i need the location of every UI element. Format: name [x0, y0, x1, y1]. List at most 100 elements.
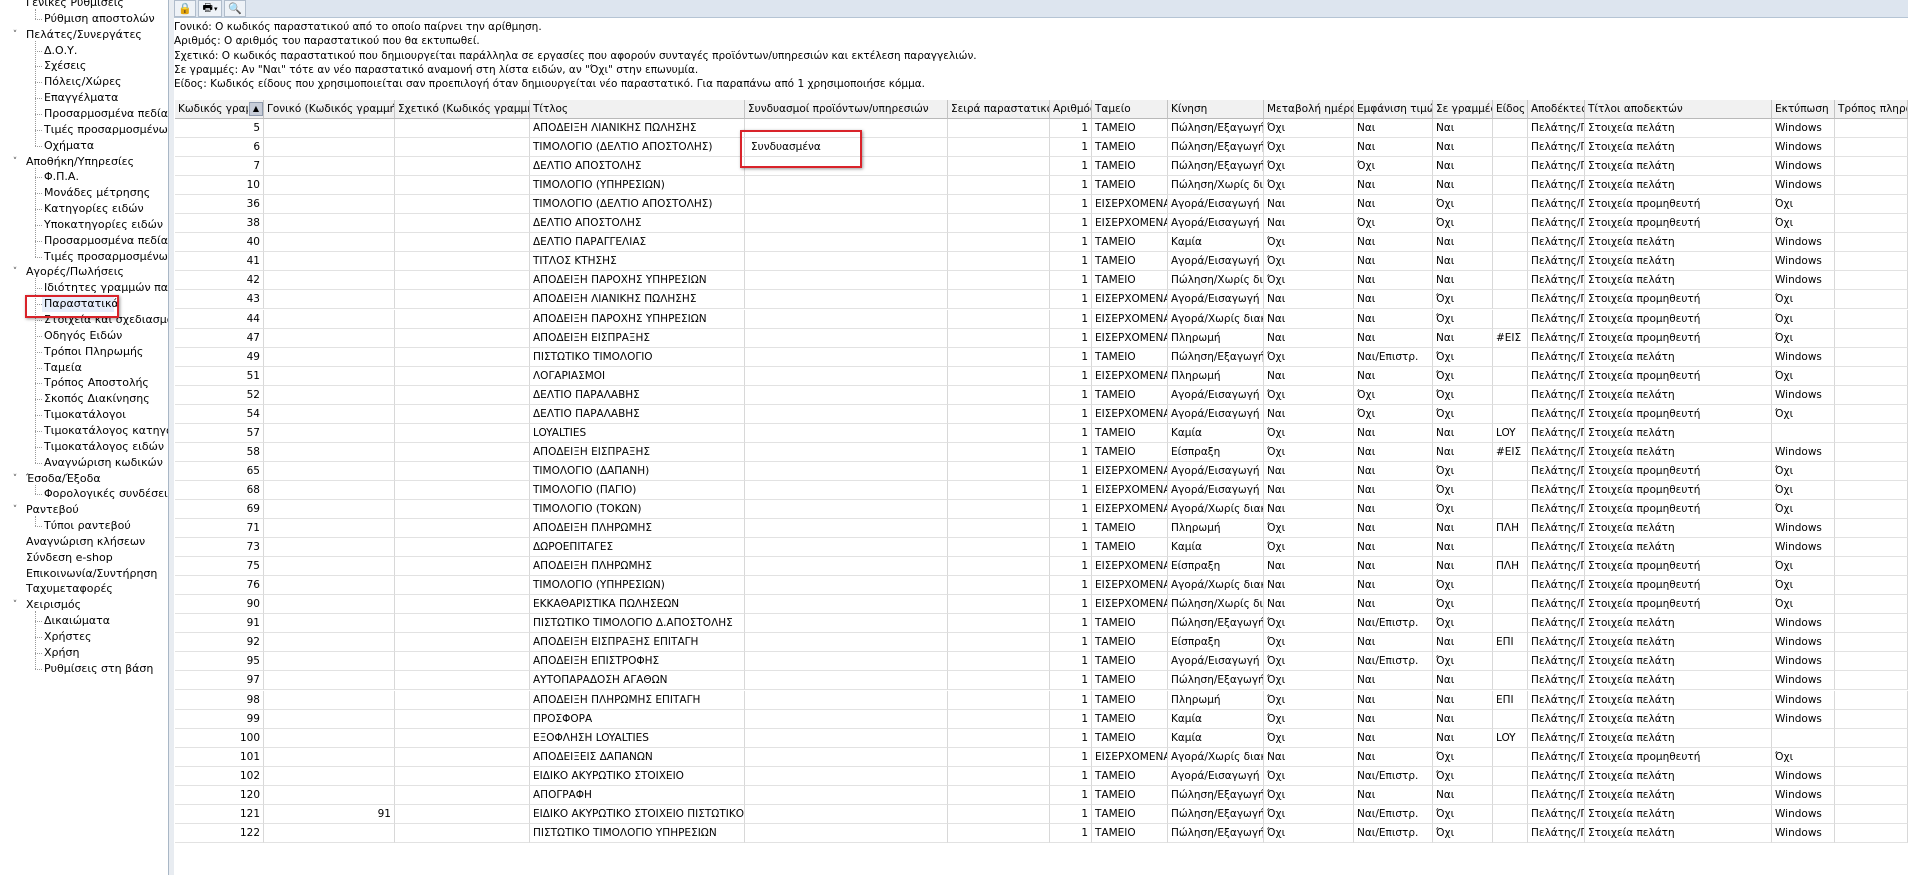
table-cell[interactable]: 73 — [175, 538, 264, 558]
table-cell[interactable]: Όχι — [1264, 766, 1354, 786]
table-row[interactable]: 69 ΤΙΜΟΛΟΓΙΟ (ΤΟΚΩΝ) 1 ΕΙΣΕΡΧΟΜΕΝΑ Αγορά/Χωρ… — [175, 500, 1908, 519]
table-cell[interactable]: 1 — [1050, 157, 1092, 177]
table-cell[interactable]: Όχι — [1264, 652, 1354, 672]
table-cell[interactable]: ΕΙΣΕΡΧΟΜΕΝΑ — [1092, 595, 1168, 615]
table-cell[interactable] — [745, 633, 948, 653]
table-cell[interactable] — [1493, 195, 1528, 215]
table-cell[interactable]: 1 — [1050, 519, 1092, 539]
search-button[interactable]: 🔍 — [224, 0, 246, 17]
table-cell[interactable]: ΤΑΜΕΙΟ — [1092, 519, 1168, 539]
table-row[interactable]: 65 ΤΙΜΟΛΟΓΙΟ (ΔΑΠΑΝΗ) 1 ΕΙΣΕΡΧΟΜΕΝΑ Αγορά/Ει… — [175, 461, 1908, 481]
table-cell[interactable]: Ναι — [1433, 119, 1493, 138]
table-cell[interactable] — [1835, 233, 1908, 253]
dropdown-arrow-icon[interactable]: ▾ — [214, 5, 218, 13]
table-cell[interactable]: ΕΙΣΕΡΧΟΜΕΝΑ — [1092, 480, 1168, 500]
table-cell[interactable] — [1835, 538, 1908, 558]
table-cell[interactable]: Windows — [1772, 157, 1835, 177]
table-row[interactable]: 92 ΑΠΟΔΕΙΞΗ ΕΙΣΠΡΑΞΗΣ ΕΠΙΤΑΓΗ 1 ΤΑΜΕΙΟ Είσπρ… — [175, 633, 1908, 653]
table-cell[interactable]: Ναι — [1354, 195, 1433, 215]
table-cell[interactable]: ΑΠΟΔΕΙΞΗ ΠΛΗΡΩΜΗΣ — [530, 519, 745, 539]
table-cell[interactable]: Στοιχεία προμηθευτή — [1585, 214, 1772, 234]
table-cell[interactable]: Windows — [1772, 671, 1835, 691]
table-cell[interactable]: Όχι — [1433, 404, 1493, 424]
table-cell[interactable]: 40 — [175, 233, 264, 253]
table-cell[interactable]: Ναι — [1264, 328, 1354, 348]
table-cell[interactable]: Ναι — [1264, 576, 1354, 596]
table-cell[interactable]: Είσπραξη — [1168, 557, 1264, 577]
table-cell[interactable]: Windows — [1772, 804, 1835, 824]
column-header[interactable]: Τίτλοι αποδεκτών — [1585, 100, 1772, 119]
table-cell[interactable]: Windows — [1772, 823, 1835, 843]
table-cell[interactable]: Όχι — [1264, 233, 1354, 253]
table-cell[interactable]: Αγορά/Χωρίς διακίνηση — [1168, 500, 1264, 519]
table-cell[interactable]: 1 — [1050, 404, 1092, 424]
table-cell[interactable]: Πελάτης/Πρ — [1528, 538, 1585, 558]
table-row[interactable]: 58 ΑΠΟΔΕΙΞΗ ΕΙΣΠΡΑΞΗΣ 1 ΤΑΜΕΙΟ Είσπραξη Όχι Να… — [175, 442, 1908, 462]
table-cell[interactable]: 97 — [175, 671, 264, 691]
table-cell[interactable]: Πελάτης/Πρ — [1528, 442, 1585, 462]
table-cell[interactable]: 1 — [1050, 671, 1092, 691]
table-cell[interactable]: Ναι — [1354, 271, 1433, 291]
table-cell[interactable]: ΕΙΣΕΡΧΟΜΕΝΑ — [1092, 366, 1168, 386]
table-cell[interactable] — [948, 195, 1050, 215]
table-cell[interactable]: ΤΑΜΕΙΟ — [1092, 785, 1168, 805]
table-cell[interactable]: ΤΑΜΕΙΟ — [1092, 614, 1168, 634]
table-cell[interactable]: Ναι — [1264, 595, 1354, 615]
table-cell[interactable] — [1772, 728, 1835, 748]
table-cell[interactable]: ΤΙΜΟΛΟΓΙΟ (ΔΑΠΑΝΗ) — [530, 461, 745, 481]
table-cell[interactable]: Πελάτης/Πρ — [1528, 328, 1585, 348]
table-cell[interactable]: Όχι — [1433, 804, 1493, 824]
table-row[interactable]: 5 ΑΠΟΔΕΙΞΗ ΛΙΑΝΙΚΗΣ ΠΩΛΗΣΗΣ 1 ΤΑΜΕΙΟ Πώληση/… — [175, 119, 1908, 138]
table-cell[interactable]: ΑΠΟΔΕΙΞΗ ΛΙΑΝΙΚΗΣ ΠΩΛΗΣΗΣ — [530, 290, 745, 310]
table-cell[interactable]: Στοιχεία πελάτη — [1585, 385, 1772, 405]
table-cell[interactable] — [948, 595, 1050, 615]
tree-item[interactable]: Ρύθμιση αποστολών — [44, 11, 155, 27]
table-cell[interactable]: Όχι — [1264, 690, 1354, 710]
table-cell[interactable] — [1493, 480, 1528, 500]
table-cell[interactable]: Windows — [1772, 633, 1835, 653]
table-cell[interactable] — [264, 709, 395, 729]
table-cell[interactable]: Στοιχεία πελάτη — [1585, 423, 1772, 443]
table-cell[interactable]: ΑΠΟΓΡΑΦΗ — [530, 785, 745, 805]
table-cell[interactable] — [948, 671, 1050, 691]
table-cell[interactable]: Ναι — [1433, 519, 1493, 539]
table-row[interactable]: 75 ΑΠΟΔΕΙΞΗ ΠΛΗΡΩΜΗΣ 1 ΕΙΣΕΡΧΟΜΕΝΑ Είσπραξη Ν… — [175, 557, 1908, 577]
table-cell[interactable] — [1835, 290, 1908, 310]
table-cell[interactable]: Στοιχεία προμηθευτή — [1585, 557, 1772, 577]
table-cell[interactable]: Όχι — [1433, 366, 1493, 386]
table-cell[interactable] — [948, 538, 1050, 558]
table-cell[interactable] — [1835, 671, 1908, 691]
table-row[interactable]: 90 ΕΚΚΑΘΑΡΙΣΤΙΚΑ ΠΩΛΗΣΕΩΝ 1 ΕΙΣΕΡΧΟΜΕΝΑ Πώλη… — [175, 595, 1908, 615]
table-cell[interactable]: Όχι — [1354, 404, 1433, 424]
table-cell[interactable]: Ναι — [1264, 366, 1354, 386]
table-cell[interactable]: Όχι — [1264, 252, 1354, 272]
table-cell[interactable]: Αγορά/Εισαγωγή — [1168, 290, 1264, 310]
table-cell[interactable] — [745, 366, 948, 386]
table-cell[interactable]: Πελάτης/Πρ — [1528, 557, 1585, 577]
table-cell[interactable] — [948, 557, 1050, 577]
tree-item[interactable]: Ρυθμίσεις στη βάση — [44, 661, 153, 677]
table-cell[interactable]: ΤΑΜΕΙΟ — [1092, 728, 1168, 748]
table-cell[interactable] — [1493, 538, 1528, 558]
table-cell[interactable] — [395, 138, 530, 158]
table-cell[interactable] — [395, 480, 530, 500]
table-cell[interactable]: 91 — [264, 804, 395, 824]
table-cell[interactable]: Όχι — [1772, 557, 1835, 577]
table-cell[interactable] — [1835, 385, 1908, 405]
table-cell[interactable]: 1 — [1050, 709, 1092, 729]
table-cell[interactable]: Αγορά/Χωρίς διακίνηση — [1168, 576, 1264, 596]
table-cell[interactable]: Ναι — [1433, 671, 1493, 691]
table-cell[interactable]: Ναι/Επιστρ. — [1354, 614, 1433, 634]
table-cell[interactable] — [745, 709, 948, 729]
table-cell[interactable] — [1493, 595, 1528, 615]
table-cell[interactable]: Στοιχεία πελάτη — [1585, 252, 1772, 272]
expand-toggle-icon[interactable]: ˅ — [10, 27, 20, 43]
table-cell[interactable] — [264, 138, 395, 158]
tree-item[interactable]: Χρήση — [44, 645, 79, 661]
table-cell[interactable] — [948, 614, 1050, 634]
column-header[interactable]: Εκτύπωση — [1772, 100, 1835, 119]
tree-item[interactable]: Φορολογικές συνδέσεις — [44, 486, 168, 502]
table-cell[interactable]: 1 — [1050, 328, 1092, 348]
table-cell[interactable]: Αγορά/Εισαγωγή — [1168, 404, 1264, 424]
table-cell[interactable] — [948, 785, 1050, 805]
